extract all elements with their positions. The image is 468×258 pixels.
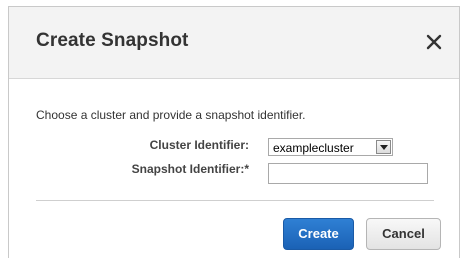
chevron-down-icon[interactable] [376,140,391,154]
cancel-button[interactable]: Cancel [366,218,441,250]
cluster-identifier-label: Cluster Identifier: [149,138,249,152]
cluster-identifier-select[interactable]: examplecluster [268,138,393,156]
dialog-title: Create Snapshot [36,30,189,51]
create-button[interactable]: Create [283,218,354,250]
cluster-identifier-value: examplecluster [273,141,354,155]
create-snapshot-dialog: Create Snapshot Choose a cluster and pro… [8,6,460,258]
divider [36,200,434,201]
instructions-text: Choose a cluster and provide a snapshot … [36,108,306,122]
dialog-header: Create Snapshot [9,7,459,79]
close-icon[interactable] [425,33,443,51]
snapshot-identifier-label: Snapshot Identifier:* [131,162,249,176]
snapshot-identifier-input[interactable] [268,163,428,184]
